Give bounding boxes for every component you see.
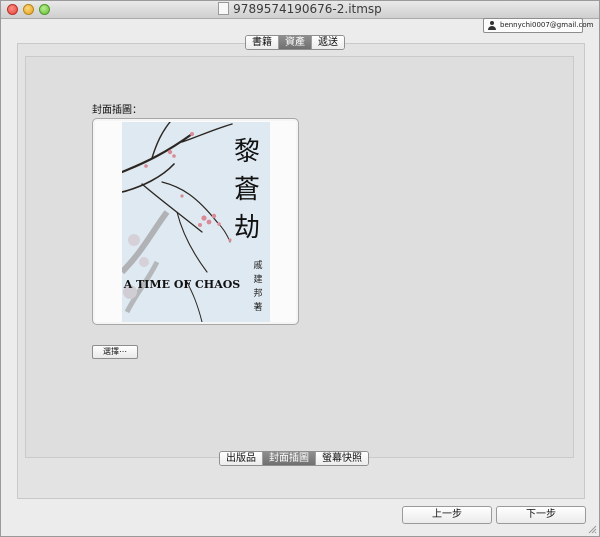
top-tab-bar: 書籍 資產 遞送 (245, 35, 345, 50)
app-window: 9789574190676-2.itmsp bennychi0007@gmail… (0, 0, 600, 537)
next-step-button[interactable]: 下一步 (496, 506, 586, 524)
title-bar[interactable]: 9789574190676-2.itmsp (1, 1, 599, 19)
account-button[interactable]: bennychi0007@gmail.com (483, 18, 593, 33)
cover-author-char-3: 邦 (253, 287, 262, 299)
cover-image-well[interactable]: 黎 蒼 劫 戚 建 邦 著 A TIME OF CHAOS (92, 118, 299, 325)
tab-publication[interactable]: 出版品 (220, 452, 262, 465)
account-email: bennychi0007@gmail.com (500, 21, 594, 29)
tab-book[interactable]: 書籍 (246, 36, 278, 49)
tab-screenshots[interactable]: 螢幕快照 (315, 452, 368, 465)
cover-title-char-2: 蒼 (234, 175, 260, 205)
document-icon (218, 2, 230, 15)
previous-step-button[interactable]: 上一步 (402, 506, 492, 524)
tab-delivery[interactable]: 遞送 (311, 36, 344, 49)
tab-cover-art[interactable]: 封面插圖 (262, 452, 315, 465)
person-icon (487, 21, 497, 30)
cover-english-title: A TIME OF CHAOS (123, 278, 241, 291)
cover-image: 黎 蒼 劫 戚 建 邦 著 A TIME OF CHAOS (122, 122, 270, 322)
cover-author-char-2: 建 (253, 273, 262, 285)
tab-assets[interactable]: 資產 (278, 36, 311, 49)
cover-title-char-3: 劫 (234, 213, 260, 243)
bottom-tab-bar: 出版品 封面插圖 螢幕快照 (219, 451, 369, 466)
cover-author-char-1: 戚 (253, 259, 262, 271)
resize-grip-icon[interactable] (588, 525, 597, 534)
choose-cover-button[interactable]: 選擇⋯ (92, 345, 138, 359)
window-title: 9789574190676-2.itmsp (1, 2, 599, 17)
window-title-text: 9789574190676-2.itmsp (233, 2, 382, 16)
cover-art-label: 封面插圖： (92, 105, 142, 116)
cover-title-char-1: 黎 (234, 137, 260, 167)
cover-author-char-4: 著 (253, 301, 262, 313)
